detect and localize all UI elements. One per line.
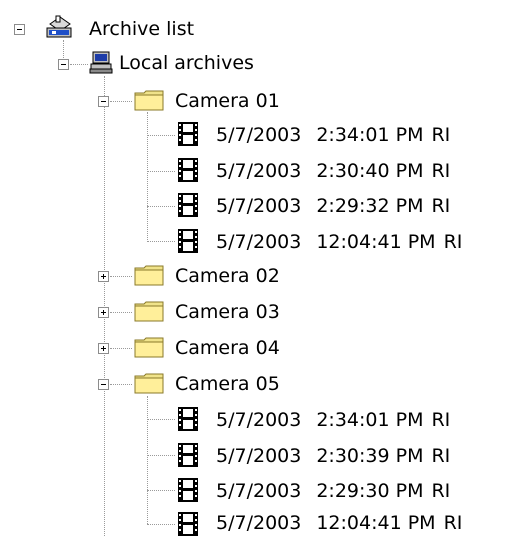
tree-line — [147, 135, 175, 136]
folder-icon — [134, 337, 164, 358]
record-date: 5/7/2003 — [216, 231, 302, 253]
film-icon — [178, 193, 198, 217]
record-date: 5/7/2003 — [216, 409, 302, 431]
record-time: 12:04:41 PM — [316, 231, 436, 253]
tree-line — [104, 76, 105, 536]
camera-label: Camera 04 — [175, 337, 280, 359]
tree-item-recording[interactable]: 5/7/2003 2:34:01 PM RI — [216, 405, 450, 435]
film-icon — [178, 512, 198, 536]
record-time: 12:04:41 PM — [316, 512, 436, 534]
collapse-toggle[interactable] — [98, 379, 109, 390]
tree-line — [110, 348, 132, 349]
tree-item-camera[interactable]: Camera 04 — [175, 333, 280, 363]
film-icon — [178, 229, 198, 253]
tree-item-recording[interactable]: 5/7/2003 12:04:41 PM RI — [216, 508, 462, 538]
record-flag: RI — [431, 124, 451, 146]
tree-line — [147, 206, 175, 207]
tree-line — [110, 276, 132, 277]
record-date: 5/7/2003 — [216, 445, 302, 467]
tree-item-recording[interactable]: 5/7/2003 2:29:30 PM RI — [216, 476, 450, 506]
record-flag: RI — [431, 409, 451, 431]
expand-toggle[interactable] — [98, 271, 109, 282]
folder-icon — [134, 265, 164, 286]
film-icon — [178, 478, 198, 502]
local-archives-label: Local archives — [119, 52, 254, 74]
expand-toggle[interactable] — [98, 307, 109, 318]
collapse-toggle[interactable] — [14, 24, 25, 35]
expand-toggle[interactable] — [98, 343, 109, 354]
tree-line — [110, 312, 132, 313]
tree-line — [147, 490, 175, 491]
film-icon — [178, 443, 198, 467]
collapse-toggle[interactable] — [98, 96, 109, 107]
tree-line — [110, 101, 132, 102]
tree-item-recording[interactable]: 5/7/2003 2:29:32 PM RI — [216, 191, 450, 221]
tree-item-recording[interactable]: 5/7/2003 2:30:40 PM RI — [216, 156, 450, 186]
archive-list-icon — [46, 15, 72, 38]
tree-line — [147, 112, 148, 240]
tree-item-camera[interactable]: Camera 03 — [175, 297, 280, 327]
tree-line — [147, 419, 175, 420]
film-icon — [178, 122, 198, 146]
folder-icon — [134, 373, 164, 394]
tree-line — [147, 171, 175, 172]
camera-label: Camera 02 — [175, 265, 280, 287]
folder-icon — [134, 301, 164, 322]
camera-label: Camera 03 — [175, 301, 280, 323]
record-flag: RI — [443, 512, 463, 534]
tree-line — [147, 524, 175, 525]
record-date: 5/7/2003 — [216, 480, 302, 502]
camera-label: Camera 05 — [175, 373, 280, 395]
record-time: 2:29:30 PM — [316, 480, 424, 502]
record-time: 2:29:32 PM — [316, 195, 424, 217]
record-time: 2:34:01 PM — [316, 124, 424, 146]
tree-item-camera[interactable]: Camera 02 — [175, 261, 280, 291]
record-flag: RI — [443, 231, 463, 253]
tree-item-archive-list[interactable]: Archive list — [89, 14, 194, 44]
record-date: 5/7/2003 — [216, 195, 302, 217]
record-flag: RI — [431, 160, 451, 182]
tree-item-recording[interactable]: 5/7/2003 2:30:39 PM RI — [216, 441, 450, 471]
film-icon — [178, 407, 198, 431]
tree-item-camera[interactable]: Camera 01 — [175, 86, 280, 116]
record-date: 5/7/2003 — [216, 160, 302, 182]
computer-icon — [89, 51, 113, 74]
tree-item-recording[interactable]: 5/7/2003 12:04:41 PM RI — [216, 227, 462, 257]
record-flag: RI — [431, 195, 451, 217]
archive-list-label: Archive list — [89, 18, 195, 40]
tree-line — [70, 64, 88, 65]
tree-item-local-archives[interactable]: Local archives — [119, 48, 254, 78]
camera-label: Camera 01 — [175, 90, 280, 112]
tree-line — [147, 455, 175, 456]
tree-item-recording[interactable]: 5/7/2003 2:34:01 PM RI — [216, 120, 450, 150]
record-time: 2:34:01 PM — [316, 409, 424, 431]
tree-item-camera[interactable]: Camera 05 — [175, 369, 280, 399]
tree-line — [110, 384, 132, 385]
collapse-toggle[interactable] — [58, 59, 69, 70]
record-flag: RI — [431, 480, 451, 502]
record-date: 5/7/2003 — [216, 124, 302, 146]
record-flag: RI — [431, 445, 451, 467]
folder-icon — [134, 90, 164, 111]
record-date: 5/7/2003 — [216, 512, 302, 534]
tree-line — [147, 396, 148, 524]
record-time: 2:30:40 PM — [316, 160, 424, 182]
film-icon — [178, 158, 198, 182]
record-time: 2:30:39 PM — [316, 445, 424, 467]
tree-line — [147, 241, 175, 242]
